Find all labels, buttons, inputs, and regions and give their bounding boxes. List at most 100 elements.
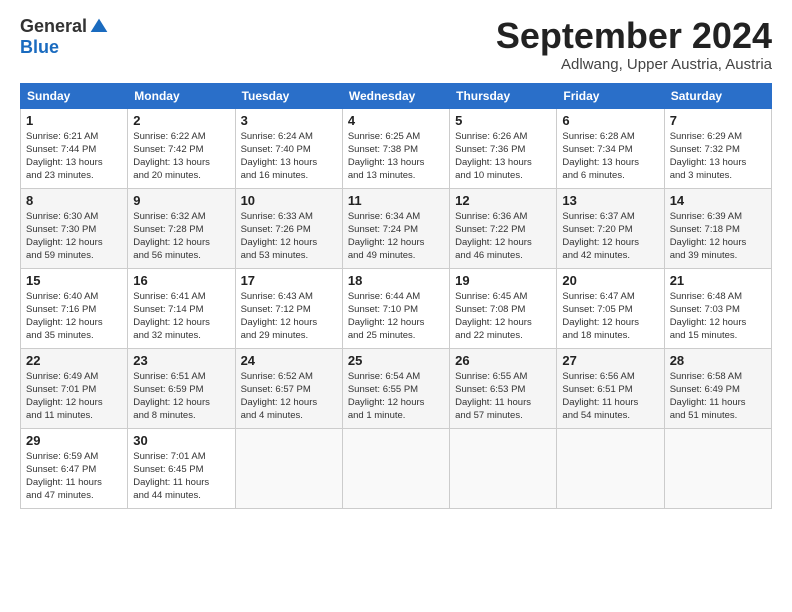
calendar-cell: 14 Sunrise: 6:39 AM Sunset: 7:18 PM Dayli… (664, 188, 771, 268)
day-info: Sunrise: 6:52 AM Sunset: 6:57 PM Dayligh… (241, 370, 337, 423)
day-number: 30 (133, 433, 229, 448)
calendar-header-sunday: Sunday (21, 83, 128, 108)
calendar-cell: 30 Sunrise: 7:01 AM Sunset: 6:45 PM Dayli… (128, 428, 235, 508)
day-info: Sunrise: 6:49 AM Sunset: 7:01 PM Dayligh… (26, 370, 122, 423)
day-info: Sunrise: 6:28 AM Sunset: 7:34 PM Dayligh… (562, 130, 658, 183)
day-info: Sunrise: 6:32 AM Sunset: 7:28 PM Dayligh… (133, 210, 229, 263)
calendar-cell (664, 428, 771, 508)
calendar-cell: 15Sunrise: 6:40 AM Sunset: 7:16 PM Dayli… (21, 268, 128, 348)
calendar-cell (557, 428, 664, 508)
day-info: Sunrise: 6:39 AM Sunset: 7:18 PM Dayligh… (670, 210, 766, 263)
calendar-cell: 13 Sunrise: 6:37 AM Sunset: 7:20 PM Dayli… (557, 188, 664, 268)
day-info: Sunrise: 6:24 AM Sunset: 7:40 PM Dayligh… (241, 130, 337, 183)
calendar-cell: 1 Sunrise: 6:21 AM Sunset: 7:44 PM Daylig… (21, 108, 128, 188)
calendar-cell: 12 Sunrise: 6:36 AM Sunset: 7:22 PM Dayli… (450, 188, 557, 268)
title-block: September 2024 Adlwang, Upper Austria, A… (496, 16, 772, 73)
day-number: 5 (455, 113, 551, 128)
calendar-cell: 25 Sunrise: 6:54 AM Sunset: 6:55 PM Dayli… (342, 348, 449, 428)
calendar-cell: 27 Sunrise: 6:56 AM Sunset: 6:51 PM Dayli… (557, 348, 664, 428)
calendar-cell: 11 Sunrise: 6:34 AM Sunset: 7:24 PM Dayli… (342, 188, 449, 268)
day-info: Sunrise: 6:45 AM Sunset: 7:08 PM Dayligh… (455, 290, 551, 343)
calendar-week-row: 29 Sunrise: 6:59 AM Sunset: 6:47 PM Dayli… (21, 428, 772, 508)
day-number: 11 (348, 193, 444, 208)
calendar-cell: 28Sunrise: 6:58 AM Sunset: 6:49 PM Dayli… (664, 348, 771, 428)
calendar-cell: 20Sunrise: 6:47 AM Sunset: 7:05 PM Dayli… (557, 268, 664, 348)
day-info: Sunrise: 6:22 AM Sunset: 7:42 PM Dayligh… (133, 130, 229, 183)
day-number: 23 (133, 353, 229, 368)
day-number: 14 (670, 193, 766, 208)
calendar-cell: 7Sunrise: 6:29 AM Sunset: 7:32 PM Daylig… (664, 108, 771, 188)
day-number: 17 (241, 273, 337, 288)
day-info: Sunrise: 6:21 AM Sunset: 7:44 PM Dayligh… (26, 130, 122, 183)
calendar-cell: 24 Sunrise: 6:52 AM Sunset: 6:57 PM Dayli… (235, 348, 342, 428)
day-info: Sunrise: 6:41 AM Sunset: 7:14 PM Dayligh… (133, 290, 229, 343)
day-number: 3 (241, 113, 337, 128)
day-number: 25 (348, 353, 444, 368)
day-number: 6 (562, 113, 658, 128)
day-info: Sunrise: 6:33 AM Sunset: 7:26 PM Dayligh… (241, 210, 337, 263)
logo-general-text: General (20, 16, 87, 37)
calendar-cell: 5 Sunrise: 6:26 AM Sunset: 7:36 PM Daylig… (450, 108, 557, 188)
day-number: 24 (241, 353, 337, 368)
calendar-week-row: 1 Sunrise: 6:21 AM Sunset: 7:44 PM Daylig… (21, 108, 772, 188)
day-info: Sunrise: 7:01 AM Sunset: 6:45 PM Dayligh… (133, 450, 229, 503)
day-number: 2 (133, 113, 229, 128)
day-number: 16 (133, 273, 229, 288)
logo-icon (89, 17, 109, 37)
day-number: 27 (562, 353, 658, 368)
calendar-header-row: SundayMondayTuesdayWednesdayThursdayFrid… (21, 83, 772, 108)
day-number: 4 (348, 113, 444, 128)
day-number: 29 (26, 433, 122, 448)
day-info: Sunrise: 6:55 AM Sunset: 6:53 PM Dayligh… (455, 370, 551, 423)
day-number: 13 (562, 193, 658, 208)
calendar-cell (342, 428, 449, 508)
calendar-cell: 26 Sunrise: 6:55 AM Sunset: 6:53 PM Dayli… (450, 348, 557, 428)
calendar-cell: 21 Sunrise: 6:48 AM Sunset: 7:03 PM Dayli… (664, 268, 771, 348)
day-info: Sunrise: 6:36 AM Sunset: 7:22 PM Dayligh… (455, 210, 551, 263)
day-number: 1 (26, 113, 122, 128)
day-number: 9 (133, 193, 229, 208)
day-info: Sunrise: 6:58 AM Sunset: 6:49 PM Dayligh… (670, 370, 766, 423)
day-info: Sunrise: 6:34 AM Sunset: 7:24 PM Dayligh… (348, 210, 444, 263)
calendar-cell: 16 Sunrise: 6:41 AM Sunset: 7:14 PM Dayli… (128, 268, 235, 348)
calendar-header-saturday: Saturday (664, 83, 771, 108)
calendar-header-friday: Friday (557, 83, 664, 108)
day-info: Sunrise: 6:37 AM Sunset: 7:20 PM Dayligh… (562, 210, 658, 263)
calendar-cell: 23 Sunrise: 6:51 AM Sunset: 6:59 PM Dayli… (128, 348, 235, 428)
day-info: Sunrise: 6:48 AM Sunset: 7:03 PM Dayligh… (670, 290, 766, 343)
day-number: 26 (455, 353, 551, 368)
day-info: Sunrise: 6:56 AM Sunset: 6:51 PM Dayligh… (562, 370, 658, 423)
calendar-header-wednesday: Wednesday (342, 83, 449, 108)
calendar-cell: 10Sunrise: 6:33 AM Sunset: 7:26 PM Dayli… (235, 188, 342, 268)
day-info: Sunrise: 6:30 AM Sunset: 7:30 PM Dayligh… (26, 210, 122, 263)
day-info: Sunrise: 6:40 AM Sunset: 7:16 PM Dayligh… (26, 290, 122, 343)
day-info: Sunrise: 6:51 AM Sunset: 6:59 PM Dayligh… (133, 370, 229, 423)
calendar-cell (235, 428, 342, 508)
day-number: 12 (455, 193, 551, 208)
calendar-cell: 4 Sunrise: 6:25 AM Sunset: 7:38 PM Daylig… (342, 108, 449, 188)
day-number: 19 (455, 273, 551, 288)
calendar-header-thursday: Thursday (450, 83, 557, 108)
day-number: 21 (670, 273, 766, 288)
calendar-week-row: 15Sunrise: 6:40 AM Sunset: 7:16 PM Dayli… (21, 268, 772, 348)
day-info: Sunrise: 6:54 AM Sunset: 6:55 PM Dayligh… (348, 370, 444, 423)
calendar-cell: 6 Sunrise: 6:28 AM Sunset: 7:34 PM Daylig… (557, 108, 664, 188)
day-number: 20 (562, 273, 658, 288)
day-info: Sunrise: 6:26 AM Sunset: 7:36 PM Dayligh… (455, 130, 551, 183)
day-info: Sunrise: 6:59 AM Sunset: 6:47 PM Dayligh… (26, 450, 122, 503)
calendar-cell: 9 Sunrise: 6:32 AM Sunset: 7:28 PM Daylig… (128, 188, 235, 268)
calendar-cell: 3 Sunrise: 6:24 AM Sunset: 7:40 PM Daylig… (235, 108, 342, 188)
logo: General Blue (20, 16, 109, 58)
location-subtitle: Adlwang, Upper Austria, Austria (496, 56, 772, 73)
day-number: 18 (348, 273, 444, 288)
calendar-cell: 2 Sunrise: 6:22 AM Sunset: 7:42 PM Daylig… (128, 108, 235, 188)
day-number: 7 (670, 113, 766, 128)
calendar-week-row: 8 Sunrise: 6:30 AM Sunset: 7:30 PM Daylig… (21, 188, 772, 268)
day-number: 8 (26, 193, 122, 208)
day-info: Sunrise: 6:25 AM Sunset: 7:38 PM Dayligh… (348, 130, 444, 183)
calendar-cell: 18 Sunrise: 6:44 AM Sunset: 7:10 PM Dayli… (342, 268, 449, 348)
day-info: Sunrise: 6:44 AM Sunset: 7:10 PM Dayligh… (348, 290, 444, 343)
calendar-header-tuesday: Tuesday (235, 83, 342, 108)
calendar-cell: 17Sunrise: 6:43 AM Sunset: 7:12 PM Dayli… (235, 268, 342, 348)
calendar-cell: 8 Sunrise: 6:30 AM Sunset: 7:30 PM Daylig… (21, 188, 128, 268)
